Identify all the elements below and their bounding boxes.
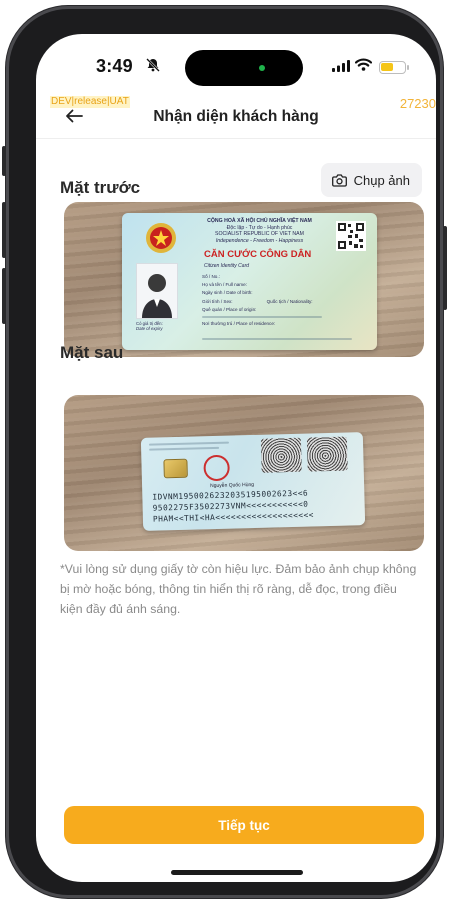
dynamic-island xyxy=(185,50,303,86)
person-avatar-icon xyxy=(142,274,172,318)
card-heading: CỘNG HOÀ XÃ HỘI CHỦ NGHĨA VIỆT NAM Độc l… xyxy=(182,218,337,244)
card-subtitle: Citizen Identity Card xyxy=(204,263,250,269)
card-fields: Số / No.: Họ và tên / Full name: Ngày si… xyxy=(202,273,313,328)
card-expiry: Có giá trị đến: Date of expiry xyxy=(136,321,163,331)
front-id-card: CỘNG HOÀ XÃ HỘI CHỦ NGHĨA VIỆT NAM Độc l… xyxy=(122,213,377,350)
power-button xyxy=(443,226,447,310)
card-dotted-line xyxy=(202,316,322,318)
volume-down-button xyxy=(2,268,6,324)
volume-up-button xyxy=(2,202,6,258)
home-indicator[interactable] xyxy=(171,870,303,875)
card-field-no: Số / No.: xyxy=(202,274,220,279)
status-time: 3:49 xyxy=(96,56,133,76)
environment-tag: DEV|release|UAT xyxy=(50,96,130,108)
wifi-icon xyxy=(355,58,372,71)
card-field-name: Họ và tên / Full name: xyxy=(202,282,247,288)
battery-icon xyxy=(379,61,409,74)
back-side-label: Mặt sau xyxy=(60,343,124,362)
card-title: CĂN CƯỚC CÔNG DÂN xyxy=(204,249,312,260)
guidance-note: *Vui lòng sử dụng giấy tờ còn hiệu lực. … xyxy=(60,562,417,616)
national-emblem-icon xyxy=(146,223,176,253)
card-field-nationality: Quốc tịch / Nationality: xyxy=(266,298,313,304)
capture-photo-button[interactable]: Chụp ảnh xyxy=(320,163,422,197)
card-dotted-line xyxy=(202,338,352,340)
app-screen: 3:49 DEV|release|UAT 27230 Nhận diện khá… xyxy=(36,34,436,882)
official-seal-icon xyxy=(203,454,230,482)
front-id-photo[interactable]: CỘNG HOÀ XÃ HỘI CHỦ NGHĨA VIỆT NAM Độc l… xyxy=(64,202,424,357)
card-field-dob: Ngày sinh / Date of birth: xyxy=(202,290,253,296)
qr-code-icon xyxy=(336,221,366,251)
header-divider xyxy=(36,138,436,139)
fingerprint-right-icon xyxy=(306,436,348,472)
continue-button[interactable]: Tiếp tục xyxy=(64,806,424,844)
card-field-residence: Nơi thường trú / Place of residence: xyxy=(202,321,276,327)
card-text-line xyxy=(149,446,220,451)
chip-icon xyxy=(163,458,188,479)
card-heading-4: Independence - Freedom - Happiness xyxy=(215,237,304,244)
card-text-line xyxy=(148,441,230,446)
capture-photo-label: Chụp ảnh xyxy=(353,172,410,188)
back-id-photo[interactable]: Nguyễn Quốc Hùng IDVNM195002623203519500… xyxy=(64,395,424,551)
portrait-photo xyxy=(136,263,178,319)
cellular-signal-icon xyxy=(332,60,350,72)
front-side-label: Mặt trước xyxy=(60,178,141,197)
card-field-sex: Giới tính / Sex: xyxy=(202,298,233,304)
mute-switch xyxy=(2,146,6,176)
mrz-line-3: PHAM<<THI<HA<<<<<<<<<<<<<<<<<<< xyxy=(152,510,315,524)
card-expiry-label-en: Date of expiry xyxy=(136,326,163,331)
status-bar: 3:49 xyxy=(36,34,436,88)
camera-icon xyxy=(331,173,347,187)
camera-indicator xyxy=(259,65,265,71)
card-field-origin: Quê quán / Place of origin: xyxy=(202,306,257,312)
back-id-card: Nguyễn Quốc Hùng IDVNM195002623203519500… xyxy=(140,432,366,531)
signer-name: Nguyễn Quốc Hùng xyxy=(210,481,255,490)
page-title: Nhận diện khách hàng xyxy=(153,108,319,125)
fingerprint-left-icon xyxy=(260,437,302,473)
silent-bell-icon xyxy=(146,58,160,72)
phone-frame: 3:49 DEV|release|UAT 27230 Nhận diện khá… xyxy=(2,6,447,898)
